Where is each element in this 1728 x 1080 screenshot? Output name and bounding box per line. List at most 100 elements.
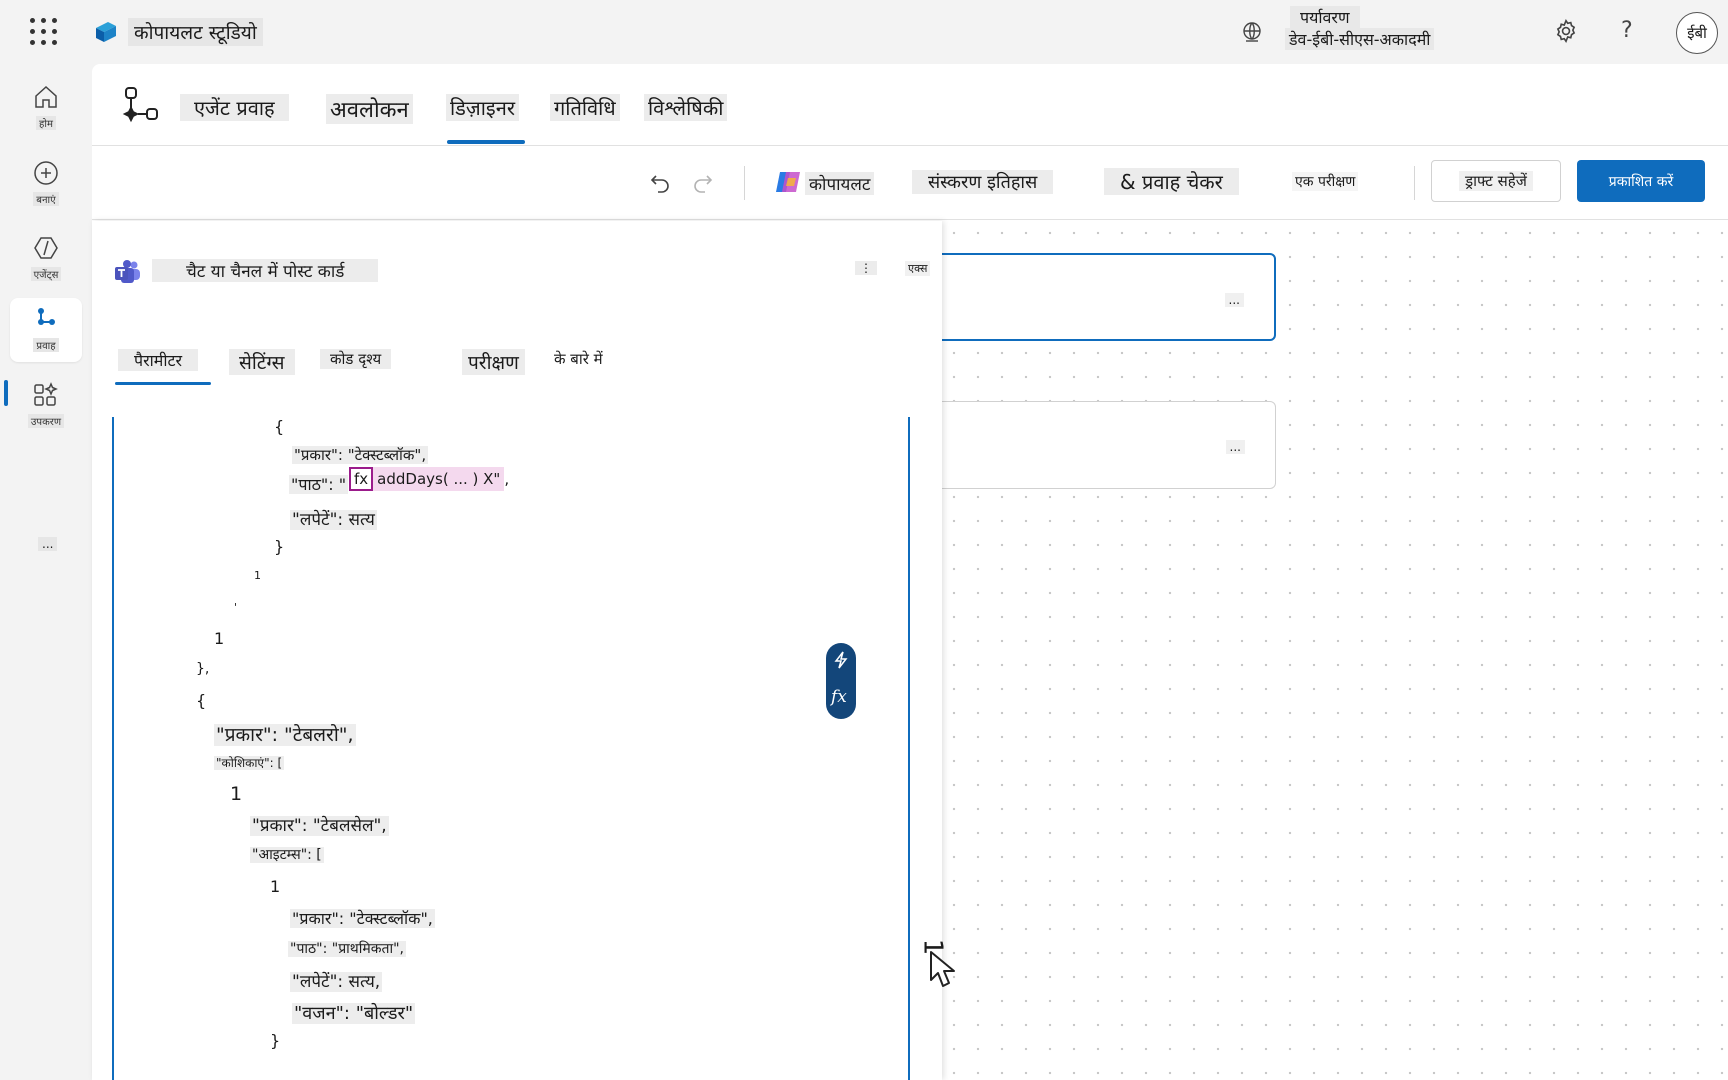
nav-item-home[interactable]: होम	[10, 76, 82, 140]
code-line: 1	[230, 783, 243, 805]
editor-border	[908, 417, 910, 1080]
nav-label-agents: एजेंट्स	[30, 267, 62, 281]
nav-active-indicator	[4, 380, 8, 406]
active-panel-tab-indicator	[115, 382, 211, 385]
version-history-button[interactable]: संस्करण इतिहास	[912, 170, 1054, 194]
code-text: "लपेटें": सत्य,	[290, 972, 383, 992]
tab-designer[interactable]: डिज़ाइनर	[446, 94, 519, 121]
code-text: "कोशिकाएं": [	[214, 756, 285, 770]
flow-node[interactable]: ...	[936, 401, 1276, 489]
app-launcher-icon[interactable]	[30, 18, 60, 46]
panel-close-button[interactable]: एक्स	[905, 261, 931, 276]
code-line: {	[196, 691, 207, 710]
flow-checker-button[interactable]: & प्रवाह चेकर	[1104, 168, 1239, 195]
flow-icon	[38, 308, 55, 325]
agent-flow-icon	[122, 87, 158, 123]
code-line: "प्रकार": "टेक्स्टब्लॉक",	[292, 445, 429, 465]
code-line: "आइटम्स": [	[250, 845, 324, 864]
code-line: "लपेटें": सत्य,	[290, 969, 383, 992]
tab-overview[interactable]: अवलोकन	[326, 94, 413, 124]
environment-label: पर्यावरण	[1290, 6, 1360, 28]
action-config-panel: चैट या चैनल में पोस्ट कार्ड ⋮ एक्स पैराम…	[92, 221, 942, 1080]
publish-button[interactable]: प्रकाशित करें	[1577, 160, 1705, 202]
nav-label-flows: प्रवाह	[33, 338, 59, 352]
nav-item-agents[interactable]: एजेंट्स	[10, 227, 82, 291]
copilot-button[interactable]: कोपायलट	[805, 172, 875, 195]
nav-item-flows[interactable]: प्रवाह	[10, 298, 82, 362]
designer-canvas[interactable]: ... ...	[936, 221, 1728, 1080]
panel-more-button[interactable]: ⋮	[855, 261, 877, 275]
help-icon[interactable]: ?	[1621, 18, 1633, 43]
active-tab-indicator	[447, 140, 525, 144]
code-text: "प्रकार": "टेक्स्टब्लॉक",	[292, 446, 429, 464]
toolbar-divider	[1414, 166, 1415, 200]
flow-node-selected[interactable]: ...	[936, 253, 1276, 341]
environment-icon[interactable]	[1240, 20, 1264, 44]
test-button[interactable]: एक परीक्षण	[1292, 172, 1359, 191]
card-json-editor[interactable]: { "प्रकार": "टेक्स्टब्लॉक", "पाठ": " fx …	[112, 417, 928, 1080]
code-line: "कोशिकाएं": [	[214, 754, 285, 771]
code-text: "प्रकार": "टेक्स्टब्लॉक",	[290, 909, 435, 928]
nav-item-tools[interactable]: उपकरण	[10, 374, 82, 438]
top-bar: कोपायलट स्टूडियो पर्यावरण डेव-ईबी-सीएस-अ…	[0, 0, 1728, 64]
code-line: 1	[214, 629, 225, 648]
tools-icon	[34, 382, 58, 406]
panel-title: चैट या चैनल में पोस्ट कार्ड	[152, 259, 379, 282]
environment-value[interactable]: डेव-ईबी-सीएस-अकादमी	[1285, 28, 1435, 50]
code-text: "आइटम्स": [	[250, 847, 324, 863]
code-line: }	[270, 1031, 281, 1050]
tab-agent-flow[interactable]: एजेंट प्रवाह	[180, 94, 289, 121]
tab-settings[interactable]: सेटिंग्स	[229, 349, 295, 375]
nav-more-button[interactable]: ...	[38, 537, 58, 551]
node-more-button[interactable]: ...	[1224, 293, 1244, 307]
dynamic-content-bolt-icon[interactable]	[832, 651, 850, 669]
code-text: "वजन": "बोल्डर"	[292, 1003, 416, 1024]
code-line: "प्रकार": "टेबलरो",	[214, 721, 356, 747]
home-icon	[35, 85, 57, 108]
designer-toolbar: कोपायलट संस्करण इतिहास & प्रवाह चेकर एक …	[92, 146, 1728, 220]
save-draft-button[interactable]: ड्राफ्ट सहेजें	[1431, 160, 1561, 202]
left-navigation: होम बनाएं एजेंट्स प्रवाह उपकरण ...	[0, 64, 92, 1080]
code-line: 1	[254, 569, 261, 582]
token-fx-label: fx	[349, 467, 374, 491]
code-line: "वजन": "बोल्डर"	[292, 1001, 416, 1025]
nav-label-tools: उपकरण	[27, 414, 65, 428]
code-line: "पाठ": "प्राथमिकता",	[288, 939, 406, 958]
code-line: 1	[270, 877, 281, 896]
teams-icon	[115, 260, 140, 283]
expression-token[interactable]: fx addDays( ... ) X" ,	[349, 467, 509, 491]
tab-activity[interactable]: गतिविधि	[550, 94, 620, 121]
tab-code-view[interactable]: कोड दृश्य	[320, 349, 392, 369]
tab-test[interactable]: परीक्षण	[462, 349, 525, 375]
app-name: कोपायलट स्टूडियो	[128, 18, 263, 46]
code-text: "पाठ": "प्राथमिकता",	[288, 941, 406, 957]
code-text: "पाठ": "	[289, 475, 349, 494]
expression-fx-icon[interactable]: fx	[831, 687, 847, 707]
copilot-studio-logo	[96, 22, 116, 42]
code-text: "प्रकार": "टेबलरो",	[214, 724, 356, 746]
code-line: "पाठ": "	[289, 473, 349, 495]
code-line: {	[274, 417, 285, 436]
tab-parameters[interactable]: पैरामीटर	[118, 349, 199, 371]
code-text: ,	[504, 470, 510, 488]
nav-label-home: होम	[36, 116, 56, 130]
tab-analytics[interactable]: विश्लेषिकी	[644, 94, 728, 121]
mouse-pointer-icon	[930, 951, 955, 987]
copilot-icon	[776, 172, 800, 192]
settings-gear-icon[interactable]	[1553, 18, 1579, 44]
redo-icon[interactable]	[691, 170, 715, 194]
toolbar-divider	[744, 166, 745, 200]
nav-item-create[interactable]: बनाएं	[10, 152, 82, 216]
flow-header: एजेंट प्रवाह अवलोकन डिज़ाइनर गतिविधि विश…	[92, 64, 1728, 146]
plus-circle-icon	[34, 161, 58, 185]
code-line: "प्रकार": "टेक्स्टब्लॉक",	[290, 907, 435, 929]
undo-icon[interactable]	[648, 170, 672, 194]
tab-about[interactable]: के बारे में	[554, 349, 603, 369]
code-text: "लपेटें": सत्य	[290, 510, 377, 530]
node-more-button[interactable]: ...	[1225, 440, 1245, 454]
code-line: }	[274, 537, 285, 556]
token-expression: addDays( ... ) X"	[373, 467, 505, 491]
main-panel: एजेंट प्रवाह अवलोकन डिज़ाइनर गतिविधि विश…	[92, 64, 1728, 1080]
user-avatar[interactable]: ईबी	[1676, 12, 1718, 54]
code-line: },	[196, 661, 210, 677]
